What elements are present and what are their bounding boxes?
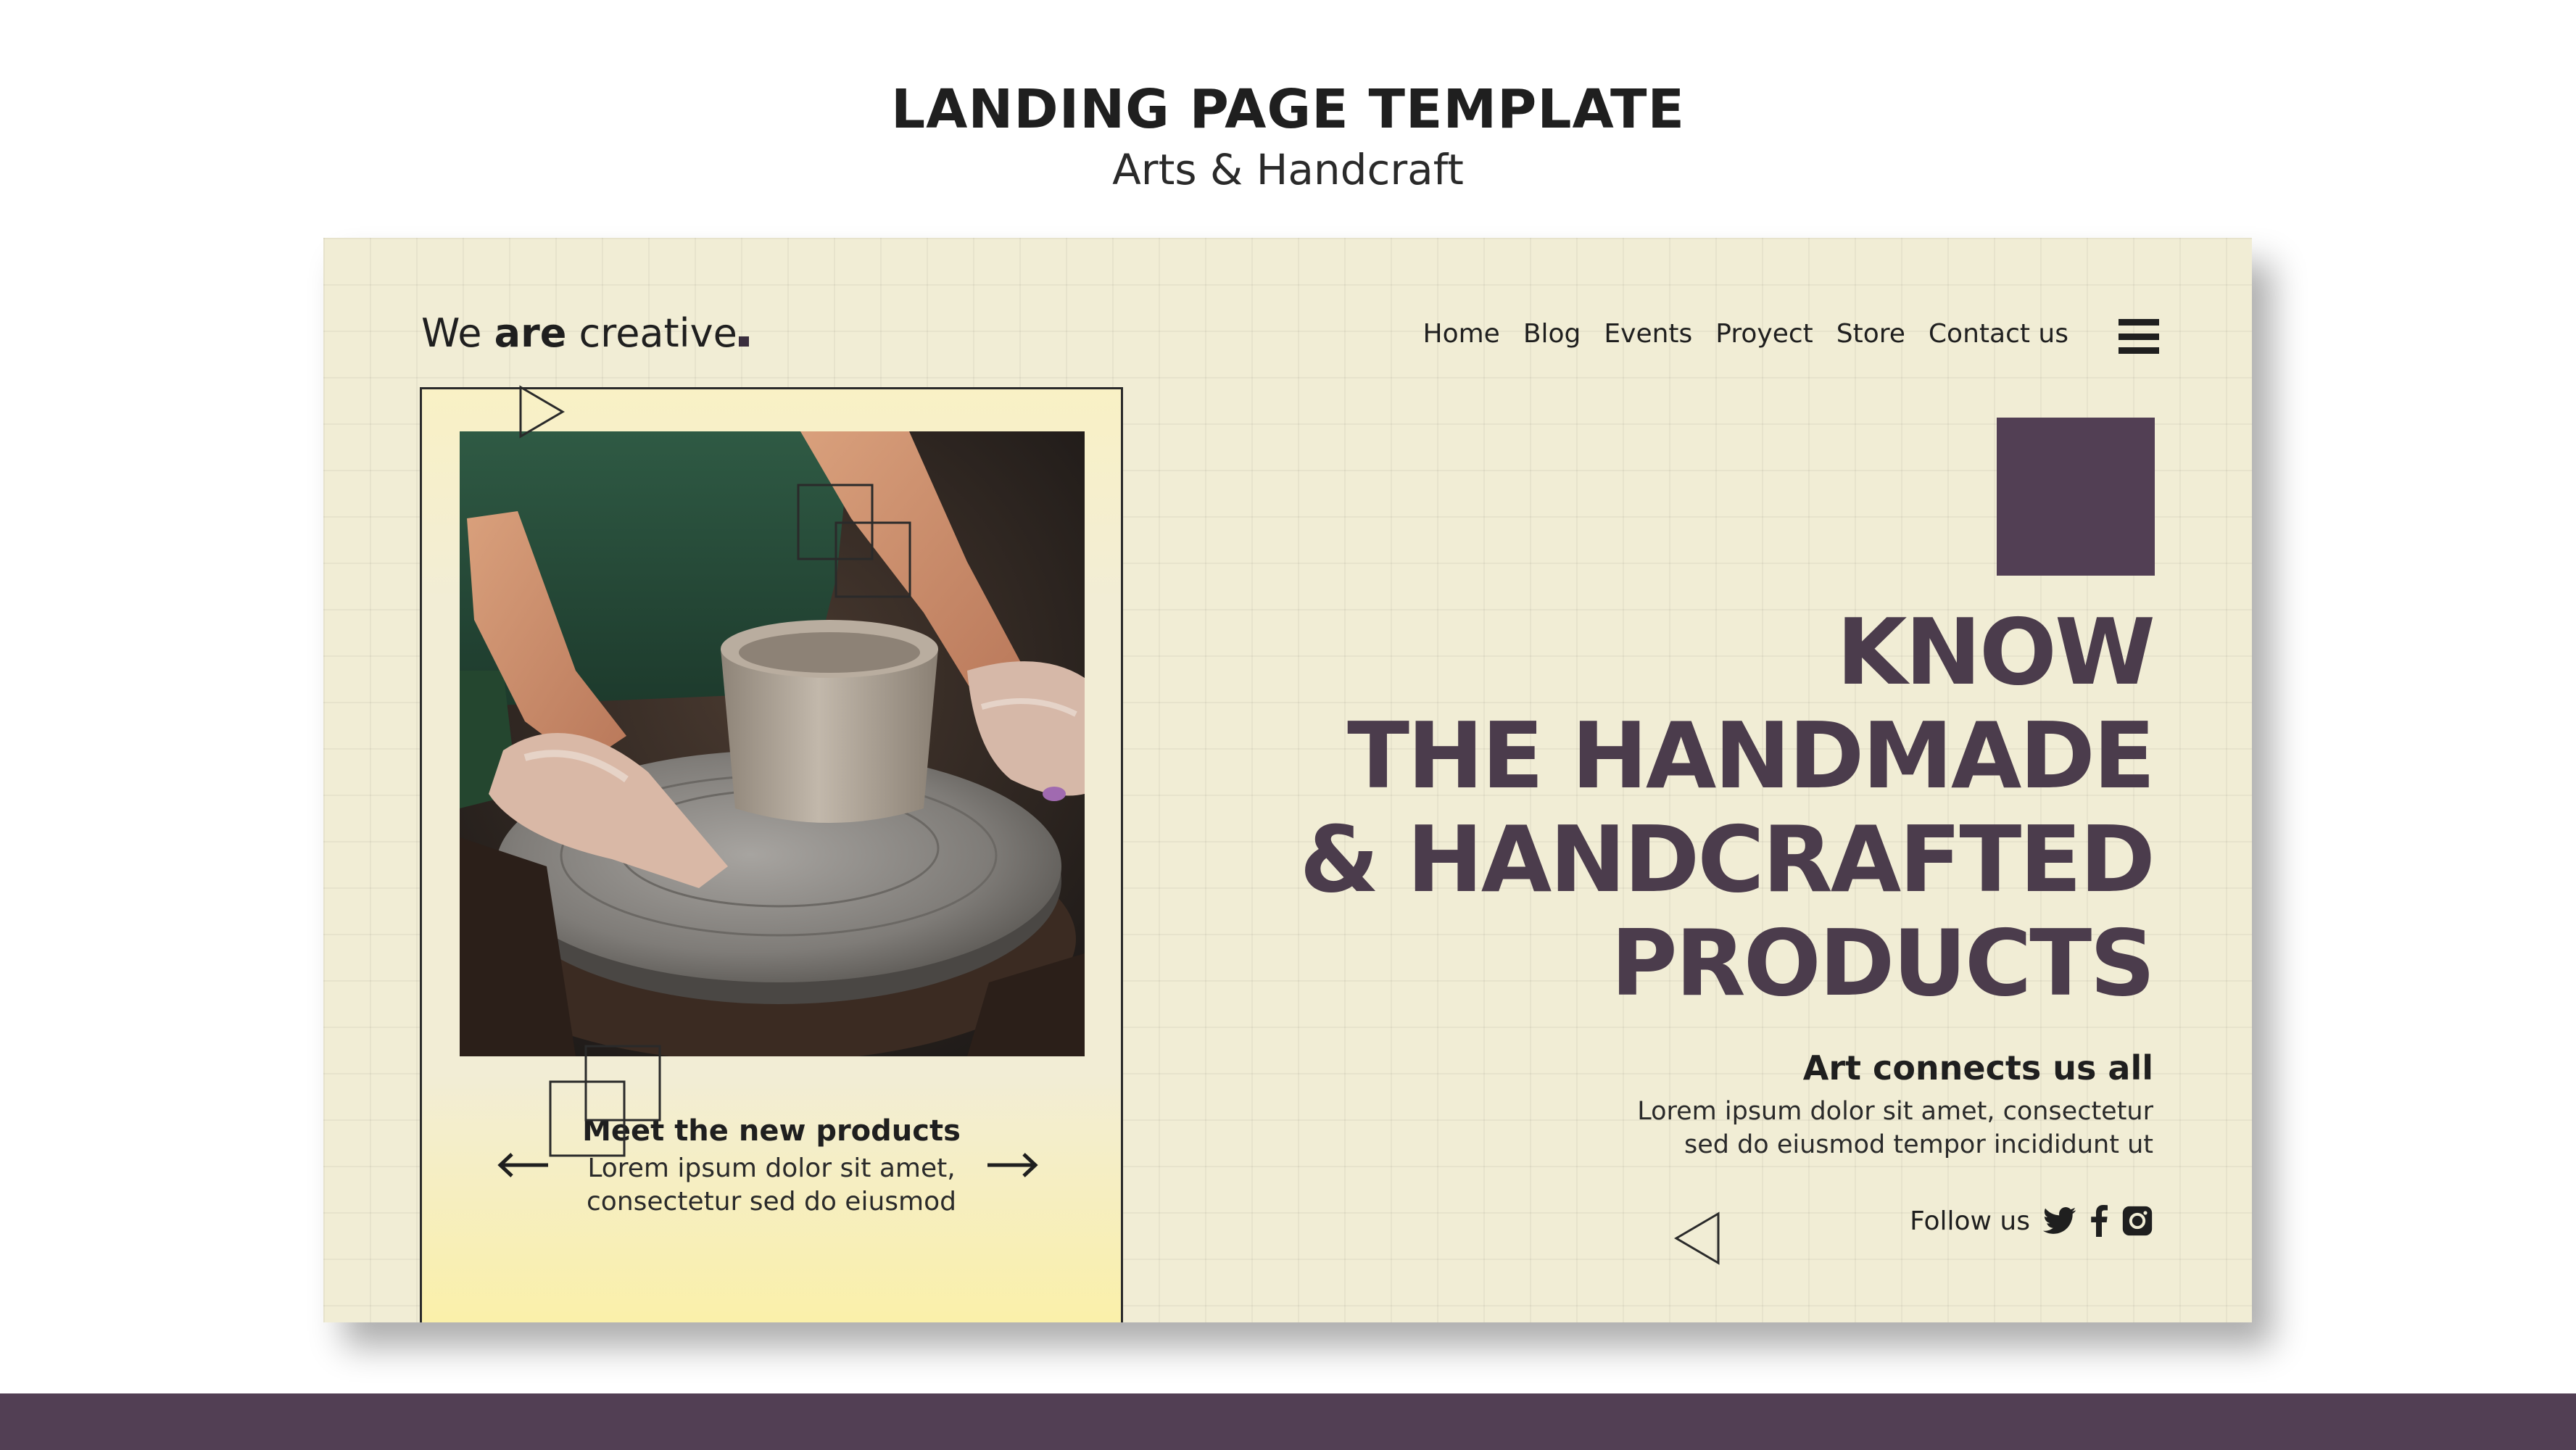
pottery-wheel-photo	[460, 431, 1085, 1056]
accent-square	[1997, 418, 2155, 576]
nav-item-home[interactable]: Home	[1423, 319, 1500, 349]
nav-item-blog[interactable]: Blog	[1523, 319, 1581, 349]
card-title: Meet the new products	[582, 1114, 961, 1148]
hero-tagline: Art connects us all	[1802, 1048, 2153, 1088]
hero-description: Lorem ipsum dolor sit amet, consectetur …	[1637, 1095, 2153, 1161]
headline-line-1: KNOW	[1836, 599, 2155, 705]
card-text: Lorem ipsum dolor sit amet, consectetur …	[422, 1152, 1121, 1219]
hero-desc-line-2: sed do eiusmod tempor incididunt ut	[1683, 1130, 2153, 1159]
card-text-line-2: consectetur sed do eiusmod	[587, 1187, 956, 1217]
left-triangle-outline-icon	[1674, 1211, 1720, 1265]
landing-page-mockup: We are creative Home Blog Events Proyect…	[323, 238, 2252, 1322]
site-logo[interactable]: We are creative	[421, 310, 749, 356]
headline-line-2: THE HANDMADE	[1347, 703, 2155, 809]
nav-item-store[interactable]: Store	[1836, 319, 1905, 349]
logo-dot	[738, 336, 749, 347]
nav-item-events[interactable]: Events	[1604, 319, 1692, 349]
hamburger-menu-icon[interactable]	[2119, 319, 2159, 354]
instagram-icon[interactable]	[2121, 1205, 2153, 1237]
bottom-accent-bar	[0, 1393, 2576, 1450]
hero-headline: KNOW THE HANDMADE & HANDCRAFTED PRODUCTS	[1299, 599, 2155, 1016]
logo-text-bold: are	[494, 310, 567, 356]
headline-line-4: PRODUCTS	[1610, 910, 2155, 1016]
nav-item-contact[interactable]: Contact us	[1929, 319, 2068, 349]
facebook-icon[interactable]	[2090, 1205, 2108, 1237]
nav-item-proyect[interactable]: Proyect	[1715, 319, 1813, 349]
follow-us: Follow us	[1910, 1205, 2153, 1237]
logo-text-part2: creative	[566, 310, 737, 356]
play-triangle-outline-icon	[519, 385, 565, 439]
page-title: LANDING PAGE TEMPLATE	[890, 78, 1686, 141]
headline-line-3: & HANDCRAFTED	[1299, 806, 2155, 913]
follow-us-label: Follow us	[1910, 1206, 2030, 1236]
card-text-line-1: Lorem ipsum dolor sit amet,	[587, 1153, 956, 1183]
overlapping-squares-icon-top	[797, 484, 911, 598]
twitter-icon[interactable]	[2043, 1206, 2076, 1235]
page-subtitle: Arts & Handcraft	[1112, 145, 1464, 194]
overlapping-squares-icon-bottom	[549, 1045, 661, 1157]
logo-text-part1: We	[421, 310, 494, 356]
main-nav: Home Blog Events Proyect Store Contact u…	[1423, 319, 2069, 349]
hero-desc-line-1: Lorem ipsum dolor sit amet, consectetur	[1637, 1097, 2153, 1126]
product-card: Meet the new products Lorem ipsum dolor …	[420, 387, 1123, 1322]
